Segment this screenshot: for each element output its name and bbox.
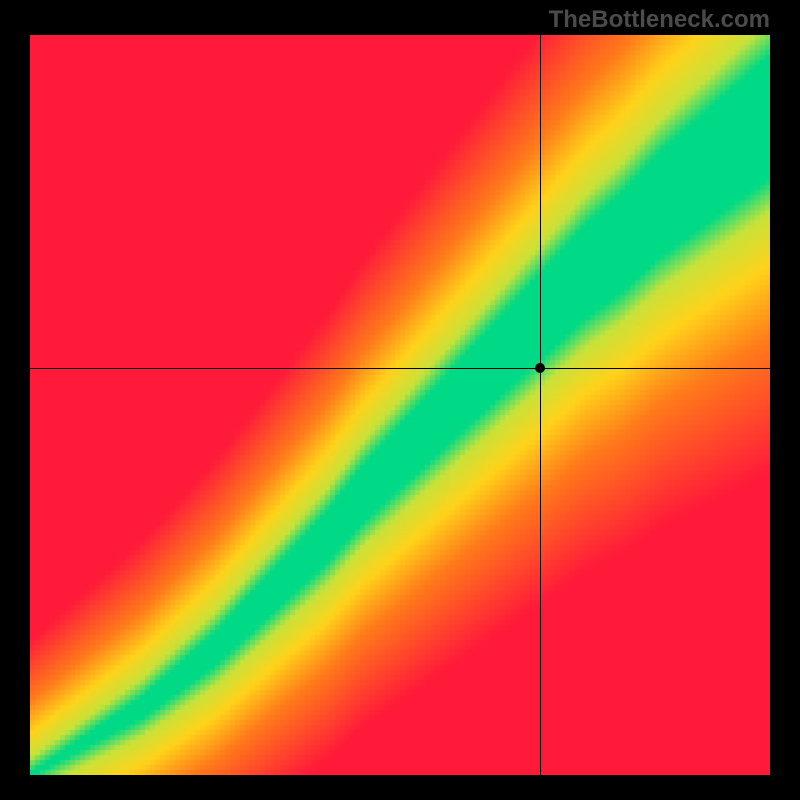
marker-dot <box>535 363 545 373</box>
heatmap-plot <box>30 35 770 775</box>
crosshair-vertical <box>540 35 541 775</box>
chart-frame: TheBottleneck.com <box>0 0 800 800</box>
crosshair-horizontal <box>30 368 770 369</box>
watermark-text: TheBottleneck.com <box>549 6 770 34</box>
heatmap-canvas <box>30 35 770 775</box>
